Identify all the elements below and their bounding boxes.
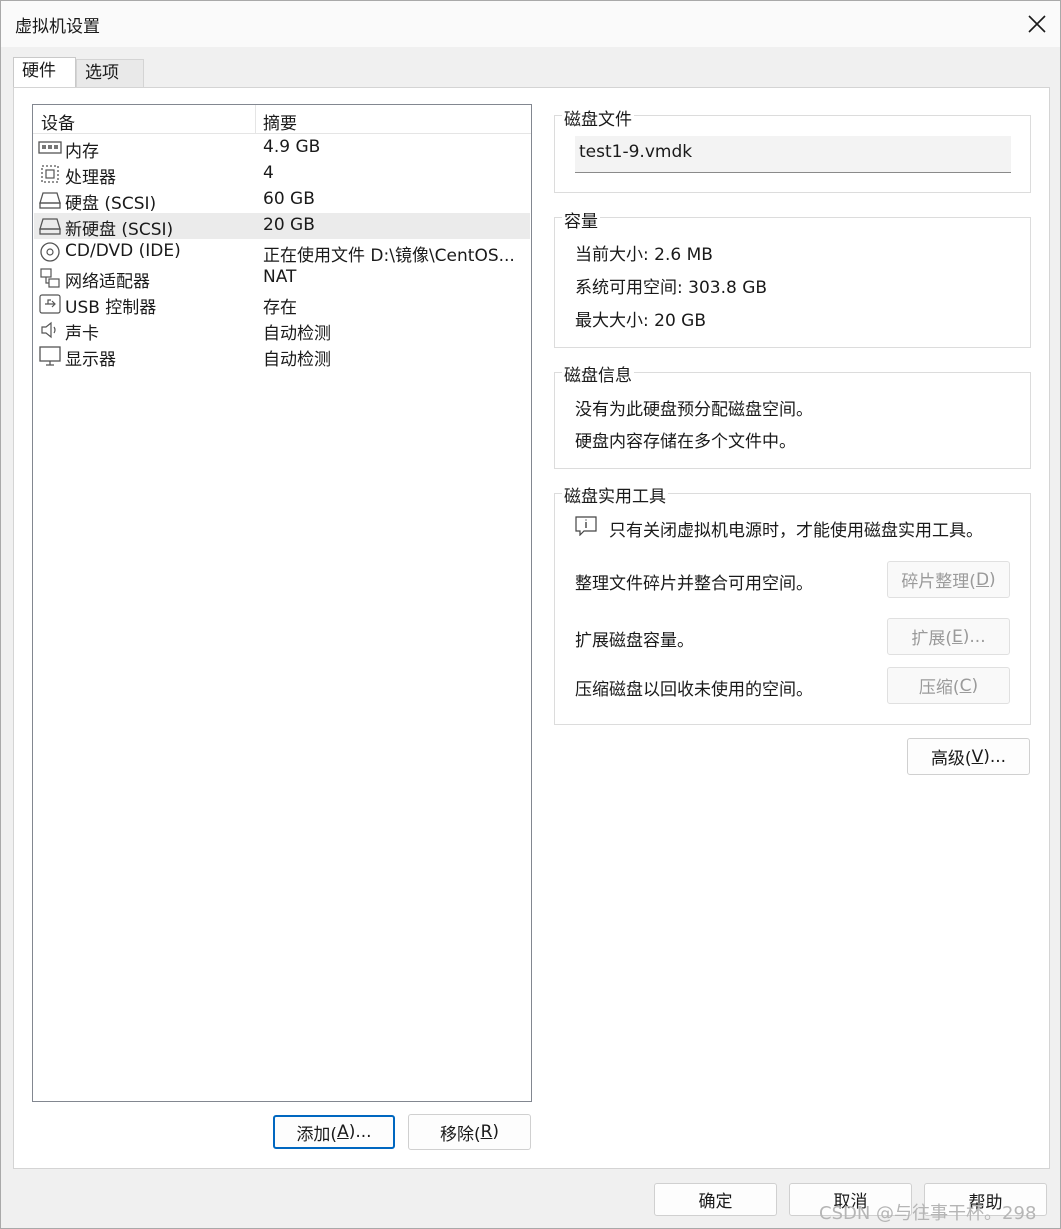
add-button-label: 添加( [296,1124,338,1145]
device-row-cd-dvd[interactable]: CD/DVD (IDE) 正在使用文件 D:\镜像\CentOS... [34,239,530,266]
device-summary: 4 [263,163,274,183]
expand-button-accesskey: E [952,626,963,647]
device-summary: 正在使用文件 D:\镜像\CentOS... [263,246,515,266]
device-row-sound-card[interactable]: 声卡 自动检测 [34,317,530,344]
tab-options[interactable]: 选项 [76,59,144,87]
device-name: CD/DVD (IDE) [65,241,181,261]
device-name: 显示器 [65,350,116,370]
device-row-new-harddisk[interactable]: 新硬盘 (SCSI) 20 GB [34,213,530,240]
device-name: 新硬盘 (SCSI) [65,220,174,240]
advanced-button-label: 高级( [930,749,972,769]
advanced-button[interactable]: 高级(V)... [907,738,1030,775]
defragment-button-accesskey: D [975,569,990,590]
available-space-text: 系统可用空间: 303.8 GB [575,278,768,298]
expand-button-label: 扩展( [911,629,953,649]
disk-utilities-notice: 只有关闭虚拟机电源时，才能使用磁盘实用工具。 [609,521,983,541]
device-name: 网络适配器 [65,272,150,292]
current-size-text: 当前大小: 2.6 MB [575,245,713,265]
defragment-button[interactable]: 碎片整理(D) [887,561,1010,598]
device-row-display[interactable]: 显示器 自动检测 [34,343,530,370]
column-divider[interactable] [255,105,256,133]
disk-info-line-2: 硬盘内容存储在多个文件中。 [575,432,796,452]
network-adapter-icon [40,268,60,288]
watermark: CSDN @与往事干杯。298 [819,1203,1037,1224]
add-button-suffix: )... [348,1122,372,1142]
disk-file-field[interactable]: test1-9.vmdk [575,136,1011,173]
capacity-group-title: 容量 [562,207,600,232]
device-summary: 60 GB [263,189,315,209]
info-icon [575,516,597,536]
disk-info-group-title: 磁盘信息 [562,361,634,386]
device-row-network-adapter[interactable]: 网络适配器 NAT [34,265,530,292]
advanced-button-suffix: )... [983,746,1007,767]
sound-card-icon [41,321,56,339]
close-button[interactable] [1014,1,1060,47]
device-name: 内存 [65,142,99,162]
max-size-text: 最大大小: 20 GB [575,311,707,331]
disk-file-group-title: 磁盘文件 [562,105,634,130]
compact-button-suffix: ) [971,675,979,696]
expand-button[interactable]: 扩展(E)... [887,618,1010,655]
cd-dvd-icon [40,242,60,262]
tab-hardware[interactable]: 硬件 [13,57,76,87]
device-row-memory[interactable]: 内存 4.9 GB [34,135,530,162]
compact-button-label: 压缩( [918,678,960,698]
device-name: 硬盘 (SCSI) [65,194,157,214]
device-name: 处理器 [65,168,116,188]
device-summary: 存在 [263,298,297,318]
disk-info-line-1: 没有为此硬盘预分配磁盘空间。 [575,400,813,420]
column-header-device[interactable]: 设备 [41,109,75,134]
defragment-button-label: 碎片整理( [901,572,976,592]
remove-button-suffix: ) [492,1122,500,1142]
disk-info-group [554,372,1031,469]
device-summary: NAT [263,267,297,287]
device-summary: 自动检测 [263,324,331,344]
device-summary: 4.9 GB [263,137,321,157]
remove-device-button[interactable]: 移除(R) [408,1114,531,1150]
column-header-summary[interactable]: 摘要 [263,109,297,134]
remove-button-accesskey: R [480,1122,493,1142]
window-title: 虚拟机设置 [15,17,100,37]
expand-button-suffix: )... [962,626,986,647]
compact-description: 压缩磁盘以回收未使用的空间。 [575,680,813,700]
compact-button[interactable]: 压缩(C) [887,667,1010,704]
defragment-button-suffix: ) [989,569,996,590]
device-name: USB 控制器 [65,298,157,318]
compact-button-accesskey: C [959,675,972,696]
device-summary: 20 GB [263,215,315,235]
memory-icon [38,141,62,154]
device-row-processor[interactable]: 处理器 4 [34,161,530,188]
remove-button-label: 移除( [439,1124,481,1145]
expand-description: 扩展磁盘容量。 [575,631,694,651]
defragment-description: 整理文件碎片并整合可用空间。 [575,574,813,594]
device-list-header: 设备 摘要 [33,105,531,134]
close-icon [1028,15,1046,33]
harddisk-icon [39,192,61,209]
processor-icon [41,165,59,183]
disk-utilities-group-title: 磁盘实用工具 [562,482,668,507]
display-icon [39,346,61,366]
add-device-button[interactable]: 添加(A)... [273,1115,395,1149]
vm-settings-window: 虚拟机设置 硬件 选项 设备 摘要 内存 4.9 GB 处理器 4 硬盘 (SC… [0,0,1061,1229]
add-button-accesskey: A [337,1122,349,1142]
device-summary: 自动检测 [263,350,331,370]
ok-button[interactable]: 确定 [654,1183,777,1216]
advanced-button-accesskey: V [971,746,984,767]
device-row-usb-controller[interactable]: USB 控制器 存在 [34,291,530,318]
device-row-harddisk[interactable]: 硬盘 (SCSI) 60 GB [34,187,530,214]
device-list[interactable]: 设备 摘要 内存 4.9 GB 处理器 4 硬盘 (SCSI) 60 GB 新硬… [32,104,532,1102]
device-name: 声卡 [65,324,99,344]
harddisk-icon [39,218,61,235]
title-bar: 虚拟机设置 [1,1,1060,47]
usb-icon [39,294,61,314]
